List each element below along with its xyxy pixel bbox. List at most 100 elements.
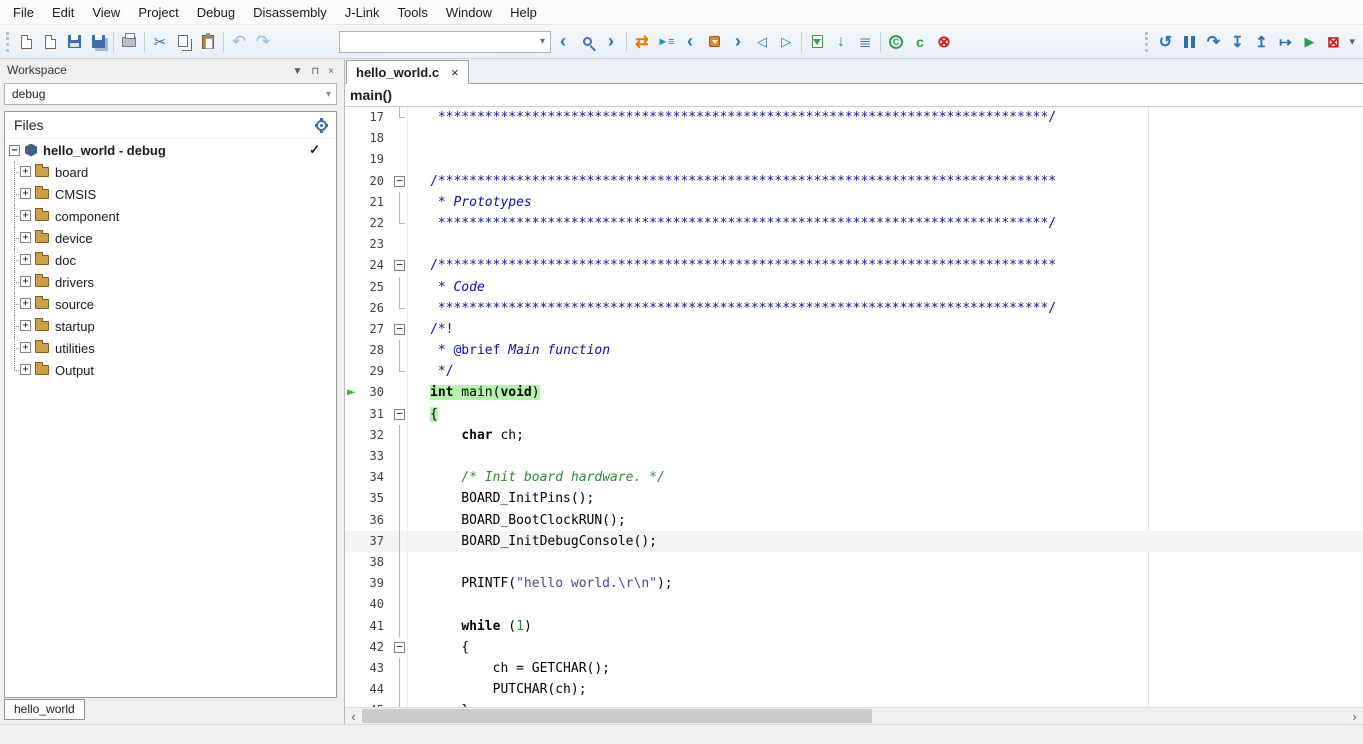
- quick-search-combo[interactable]: ▾: [339, 31, 551, 53]
- search-icon[interactable]: [575, 30, 599, 54]
- tree-item-source[interactable]: +source: [5, 293, 336, 315]
- line-number: 34: [345, 467, 391, 488]
- toolbar-grip-debug[interactable]: [1145, 32, 1148, 52]
- workspace-tab-hello-world[interactable]: hello_world: [4, 699, 85, 720]
- break-icon[interactable]: [1177, 30, 1201, 54]
- cut-icon[interactable]: ✂: [148, 30, 172, 54]
- tree-root-row[interactable]: −hello_world - debug✓: [5, 139, 336, 161]
- fold-collapse-icon[interactable]: −: [394, 260, 405, 271]
- scrollbar-track[interactable]: [362, 708, 1346, 724]
- save-icon[interactable]: [62, 30, 86, 54]
- navigate-forward-icon[interactable]: ▷: [774, 30, 798, 54]
- scroll-right-icon[interactable]: ›: [1346, 708, 1363, 724]
- step-into-icon[interactable]: ↧: [1225, 30, 1249, 54]
- next-bookmark-icon[interactable]: ›: [726, 30, 750, 54]
- tree-item-doc[interactable]: +doc: [5, 249, 336, 271]
- expand-icon[interactable]: +: [20, 342, 31, 353]
- close-panel-icon[interactable]: ×: [328, 66, 334, 77]
- new-document-icon[interactable]: [14, 30, 38, 54]
- find-previous-icon[interactable]: ‹: [551, 30, 575, 54]
- close-tab-icon[interactable]: ×: [451, 65, 459, 80]
- compile-icon[interactable]: c: [908, 30, 932, 54]
- expand-icon[interactable]: +: [20, 298, 31, 309]
- cstat-analyze-icon[interactable]: C: [884, 30, 908, 54]
- menu-item-debug[interactable]: Debug: [188, 1, 244, 24]
- editor-tab-hello-world-c[interactable]: hello_world.c ×: [346, 60, 469, 84]
- menu-item-jlink[interactable]: J-Link: [336, 1, 389, 24]
- menu-item-window[interactable]: Window: [437, 1, 501, 24]
- combo-caret-icon[interactable]: ▾: [535, 36, 550, 47]
- menu-item-help[interactable]: Help: [501, 1, 546, 24]
- menu-item-view[interactable]: View: [83, 1, 129, 24]
- toggle-breakpoint-icon[interactable]: [702, 30, 726, 54]
- expand-icon[interactable]: +: [20, 320, 31, 331]
- expand-icon[interactable]: +: [20, 166, 31, 177]
- save-all-icon[interactable]: [86, 30, 110, 54]
- scrollbar-thumb[interactable]: [362, 709, 872, 723]
- print-icon[interactable]: [117, 30, 141, 54]
- expand-icon[interactable]: +: [20, 210, 31, 221]
- execution-highlight: {: [430, 407, 438, 422]
- previous-bookmark-icon[interactable]: ‹: [678, 30, 702, 54]
- tree-connector: +: [5, 271, 35, 293]
- expand-icon[interactable]: +: [20, 276, 31, 287]
- tree-item-device[interactable]: +device: [5, 227, 336, 249]
- toolbar-grip[interactable]: [6, 32, 9, 52]
- menu-item-tools[interactable]: Tools: [388, 1, 436, 24]
- toolbar-overflow-icon[interactable]: ▾: [1349, 35, 1355, 48]
- tree-item-startup[interactable]: +startup: [5, 315, 336, 337]
- open-document-icon-glyph: [45, 35, 56, 49]
- menu-item-file[interactable]: File: [4, 1, 43, 24]
- next-statement-icon[interactable]: ↦: [1273, 30, 1297, 54]
- disassembly-icon[interactable]: ≣: [853, 30, 877, 54]
- open-document-icon[interactable]: [38, 30, 62, 54]
- find-next-icon[interactable]: ›: [599, 30, 623, 54]
- menu-item-edit[interactable]: Edit: [43, 1, 83, 24]
- tree-item-utilities[interactable]: +utilities: [5, 337, 336, 359]
- expand-icon[interactable]: +: [20, 188, 31, 199]
- navigate-back-icon[interactable]: ◁: [750, 30, 774, 54]
- fold-collapse-icon[interactable]: −: [394, 176, 405, 187]
- redo-icon[interactable]: ↷: [251, 30, 275, 54]
- undo-icon[interactable]: ↶: [227, 30, 251, 54]
- fold-collapse-icon[interactable]: −: [394, 324, 405, 335]
- fold-collapse-icon[interactable]: −: [394, 642, 405, 653]
- line-number: 22: [345, 213, 391, 234]
- stop-build-icon[interactable]: ⊗: [932, 30, 956, 54]
- gear-icon[interactable]: [316, 120, 327, 131]
- function-selector[interactable]: main(): [345, 84, 1363, 107]
- copy-icon[interactable]: [172, 30, 196, 54]
- tree-item-output[interactable]: +Output: [5, 359, 336, 381]
- panel-menu-icon[interactable]: ▼: [292, 66, 302, 77]
- quick-run-icon[interactable]: ►≡: [654, 30, 678, 54]
- paste-icon[interactable]: [196, 30, 220, 54]
- tree-item-cmsis[interactable]: +CMSIS: [5, 183, 336, 205]
- reset-icon[interactable]: ↺: [1153, 30, 1177, 54]
- quick-search-input[interactable]: [340, 33, 535, 51]
- toolbar-separator: [223, 32, 224, 52]
- step-over-icon[interactable]: ↷: [1201, 30, 1225, 54]
- go-icon[interactable]: ▶: [1297, 30, 1321, 54]
- step-out-icon[interactable]: ↥: [1249, 30, 1273, 54]
- navigate-swap-icon[interactable]: ⇄: [630, 30, 654, 54]
- download-icon[interactable]: ↓: [829, 30, 853, 54]
- expand-icon[interactable]: +: [20, 232, 31, 243]
- menu-item-project[interactable]: Project: [129, 1, 187, 24]
- expand-icon[interactable]: +: [20, 364, 31, 375]
- pin-icon[interactable]: ⊓: [311, 66, 319, 77]
- tree-item-component[interactable]: +component: [5, 205, 336, 227]
- menu-item-disassembly[interactable]: Disassembly: [244, 1, 336, 24]
- config-selector[interactable]: debug ▾: [4, 83, 337, 105]
- collapse-icon[interactable]: −: [9, 145, 20, 156]
- expand-icon[interactable]: +: [20, 254, 31, 265]
- tree-item-drivers[interactable]: +drivers: [5, 271, 336, 293]
- horizontal-scrollbar[interactable]: ‹ ›: [345, 707, 1363, 724]
- scroll-left-icon[interactable]: ‹: [345, 708, 362, 724]
- stop-debugging-icon[interactable]: ⊠: [1321, 30, 1345, 54]
- download-and-debug-icon[interactable]: [805, 30, 829, 54]
- fold-collapse-icon[interactable]: −: [394, 409, 405, 420]
- code-area[interactable]: 17 *************************************…: [345, 107, 1363, 707]
- fold-guide-line: [399, 531, 400, 552]
- download-and-debug-icon-glyph: [812, 35, 823, 48]
- tree-item-board[interactable]: +board: [5, 161, 336, 183]
